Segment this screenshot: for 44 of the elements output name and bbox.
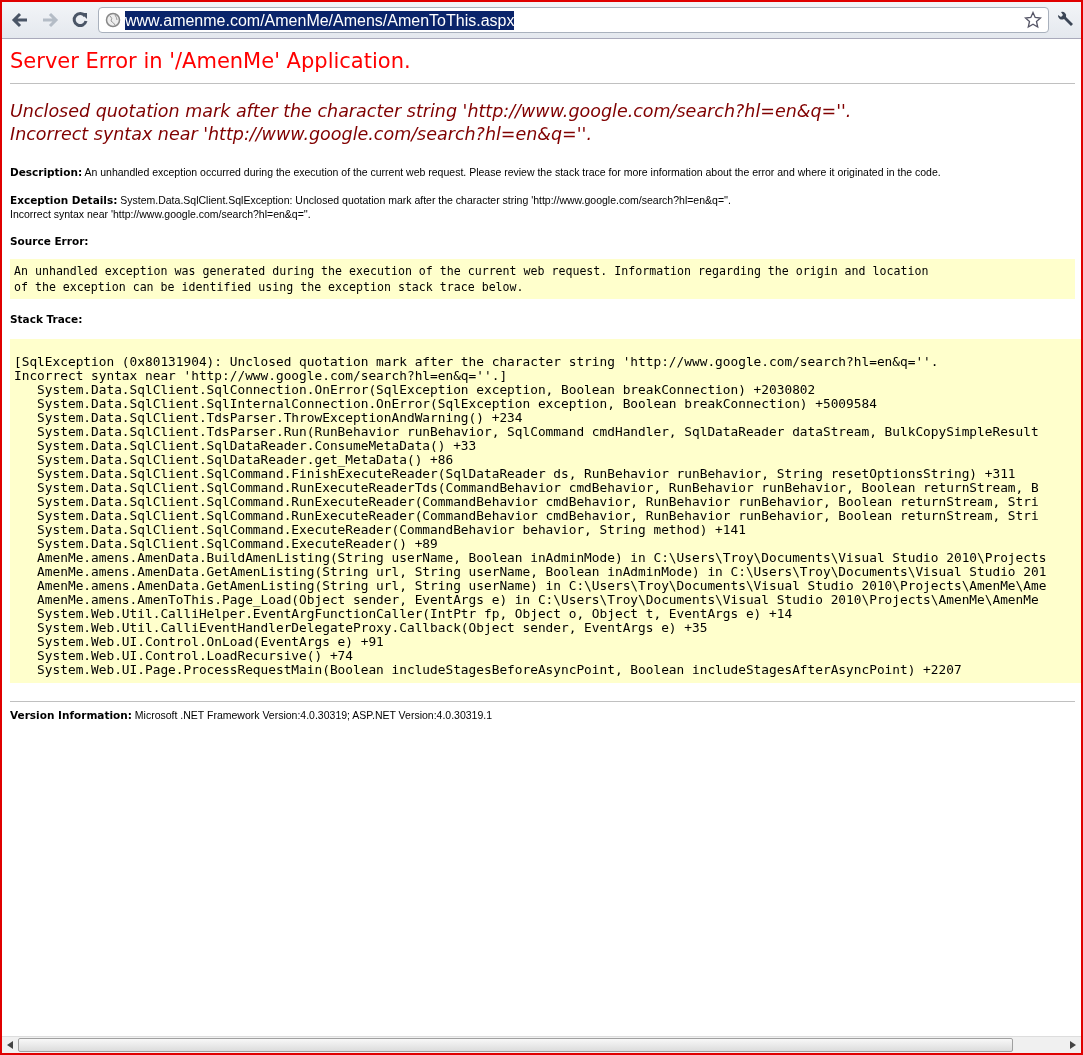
back-arrow-icon	[11, 12, 29, 28]
reload-icon	[71, 11, 89, 29]
source-error-text: An unhandled exception was generated during the execution of the current web request. Information regarding the origin and location	[14, 263, 929, 279]
stack-trace-line: AmenMe.amens.AmenToThis.Page_Load(Object sender, EventArgs e) in C:\Users\Troy\Documents\Visual Studio 2010\Projects\AmenMe\AmenMe	[36, 593, 1039, 607]
stack-trace-line: AmenMe.amens.AmenData.BuildAmenListing(String userName, Boolean inAdminMode) in C:\Users\Troy\Documents\Visual Studio 2010\Projects	[36, 551, 1047, 565]
stack-trace-line: System.Web.UI.Control.LoadRecursive() +74	[36, 649, 353, 663]
stack-trace-line: System.Data.SqlClient.SqlCommand.RunExecuteReader(CommandBehavior cmdBehavior, RunBehavior runBehavior, Boolean returnStream, Stri	[36, 509, 1039, 523]
page-title: Server Error in '/AmenMe' Application.	[10, 49, 412, 73]
star-icon[interactable]	[1024, 11, 1042, 29]
stack-trace-line: System.Data.SqlClient.SqlConnection.OnError(SqlException exception, Boolean breakConnection) +2030802	[36, 383, 816, 397]
section-heading: Stack Trace:	[10, 313, 83, 325]
stack-trace-line: System.Data.SqlClient.SqlInternalConnection.OnError(SqlException exception, Boolean breakConnection) +5009584	[36, 397, 877, 411]
section-heading: Source Error:	[10, 235, 89, 247]
exception-details-text: Incorrect syntax near 'http://www.google.com/search?hl=en&q=''.	[10, 207, 311, 221]
stack-trace-line: System.Data.SqlClient.SqlCommand.FinishExecuteReader(SqlDataReader ds, RunBehavior runBehavior, String resetOptionsString) +311	[36, 467, 1016, 481]
stack-trace-line: System.Data.SqlClient.SqlDataReader.ConsumeMetaData() +33	[36, 439, 477, 453]
stack-trace-line: AmenMe.amens.AmenData.GetAmenListing(String url, String userName, Boolean inAdminMode) in C:\Users\Troy\Documents\Visual Studio 201	[36, 565, 1047, 579]
description-text: Description: An unhandled exception occurred during the execution of the current web request. Please review the stack trace for more information about the error and where it originated in the code.	[10, 165, 941, 179]
stack-trace-line: AmenMe.amens.AmenData.GetAmenListing(String url, String userName) in C:\Users\Troy\Documents\Visual Studio 2010\Projects\AmenMe\Ame	[36, 579, 1047, 593]
version-information-text: Version Information: Microsoft .NET Framework Version:4.0.30319; ASP.NET Version:4.0.30319.1	[10, 708, 493, 722]
error-message: Incorrect syntax near 'http://www.google.com/search?hl=en&q=''.	[10, 123, 592, 146]
right-triangle-icon	[1070, 1041, 1076, 1049]
stack-trace-line: Incorrect syntax near 'http://www.google.com/search?hl=en&q=''.]	[14, 369, 508, 383]
stack-trace-line: System.Data.SqlClient.SqlCommand.RunExecuteReaderTds(CommandBehavior cmdBehavior, RunBehavior runBehavior, Boolean returnStream, B	[36, 481, 1039, 495]
scrollbar-thumb[interactable]	[18, 1038, 1013, 1052]
stack-trace-line: [SqlException (0x80131904): Unclosed quotation mark after the character string 'http://www.google.com/search?hl=en&q=''.	[14, 355, 939, 369]
forward-arrow-icon	[41, 12, 59, 28]
stack-trace-line: System.Web.Util.CalliEventHandlerDelegateProxy.Callback(Object sender, EventArgs e) +35	[36, 621, 708, 635]
stack-trace-line: System.Data.SqlClient.SqlCommand.ExecuteReader() +89	[36, 537, 438, 551]
stack-trace-line: System.Data.SqlClient.TdsParser.Run(RunBehavior runBehavior, SqlCommand cmdHandler, SqlDataReader dataStream, BulkCopySimpleResult	[36, 425, 1039, 439]
error-message: Unclosed quotation mark after the character string 'http://www.google.com/search?hl=en&q=''.	[10, 100, 852, 123]
stack-trace-line: System.Data.SqlClient.SqlDataReader.get_MetaData() +86	[36, 453, 454, 467]
stack-trace-line: System.Data.SqlClient.SqlCommand.RunExecuteReader(CommandBehavior cmdBehavior, RunBehavior runBehavior, Boolean returnStream, Stri	[36, 495, 1039, 509]
left-triangle-icon	[7, 1041, 13, 1049]
source-error-text: of the exception can be identified using the exception stack trace below.	[14, 279, 524, 295]
exception-details-text: Exception Details: System.Data.SqlClient.SqlException: Unclosed quotation mark after the character string 'http://www.google.com/search?hl=en&q=''.	[10, 193, 731, 207]
address-bar[interactable]: www.amenme.com/AmenMe/Amens/AmenToThis.aspx	[98, 7, 1049, 33]
url-text[interactable]: www.amenme.com/AmenMe/Amens/AmenToThis.aspx	[125, 10, 515, 30]
globe-icon	[105, 12, 121, 28]
stack-trace-line: System.Web.UI.Page.ProcessRequestMain(Boolean includeStagesBeforeAsyncPoint, Boolean includeStagesAfterAsyncPoint) +2207	[36, 663, 962, 677]
stack-trace-line: System.Web.UI.Control.OnLoad(EventArgs e) +91	[36, 635, 384, 649]
stack-trace-line: System.Data.SqlClient.TdsParser.ThrowExceptionAndWarning() +234	[36, 411, 523, 425]
stack-trace-line: System.Web.Util.CalliHelper.EventArgFunctionCaller(IntPtr fp, Object o, Object t, EventArgs e) +14	[36, 607, 793, 621]
stack-trace-line: System.Data.SqlClient.SqlCommand.ExecuteReader(CommandBehavior behavior, String method) +141	[36, 523, 746, 537]
